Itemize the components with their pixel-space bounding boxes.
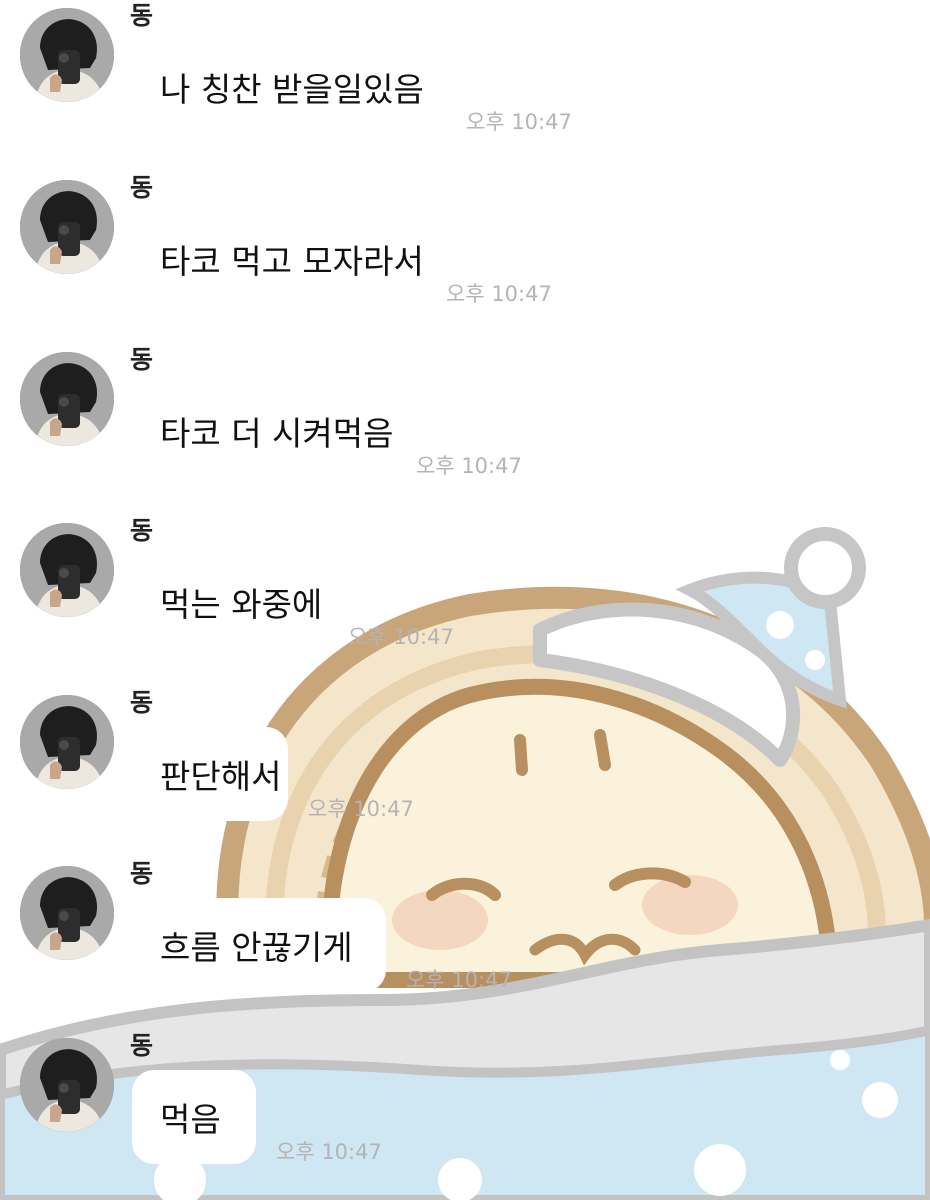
- avatar-photo-icon: [20, 8, 114, 102]
- avatar-photo-icon: [20, 523, 114, 617]
- message-timestamp: 오후 10:47: [276, 1140, 382, 1164]
- sender-avatar[interactable]: [20, 1038, 114, 1132]
- avatar-photo-icon: [20, 695, 114, 789]
- avatar-photo-icon: [20, 180, 114, 274]
- message-bubble[interactable]: 먹음: [132, 1070, 256, 1164]
- message-timestamp: 오후 10:47: [446, 282, 552, 306]
- message-timestamp: 오후 10:47: [466, 110, 572, 134]
- message-timestamp: 오후 10:47: [348, 625, 454, 649]
- chat-message: 동 먹음 오후 10:47: [0, 1030, 930, 1190]
- avatar-photo-icon: [20, 352, 114, 446]
- sender-avatar[interactable]: [20, 8, 114, 102]
- sender-name: 동: [130, 173, 154, 202]
- message-timestamp: 오후 10:47: [406, 968, 512, 992]
- sender-name: 동: [130, 1, 154, 30]
- message-timestamp: 오후 10:47: [308, 797, 414, 821]
- message-timestamp: 오후 10:47: [416, 454, 522, 478]
- chat-message: 동 먹는 와중에 오후 10:47: [0, 515, 930, 675]
- sender-name: 동: [130, 688, 154, 717]
- sender-name: 동: [130, 859, 154, 888]
- chat-message: 동 타코 먹고 모자라서 오후 10:47: [0, 172, 930, 332]
- message-bubble[interactable]: 타코 더 시켜먹음: [132, 384, 396, 478]
- chat-message: 동 타코 더 시켜먹음 오후 10:47: [0, 344, 930, 504]
- chat-message: 동 나 칭찬 받을일있음 오후 10:47: [0, 0, 930, 160]
- sender-avatar[interactable]: [20, 352, 114, 446]
- avatar-photo-icon: [20, 1038, 114, 1132]
- message-bubble[interactable]: 흐름 안끊기게: [132, 898, 386, 992]
- sender-avatar[interactable]: [20, 523, 114, 617]
- sender-avatar[interactable]: [20, 866, 114, 960]
- avatar-photo-icon: [20, 866, 114, 960]
- message-bubble[interactable]: 먹는 와중에: [132, 555, 328, 649]
- message-bubble[interactable]: 판단해서: [132, 727, 288, 821]
- message-bubble[interactable]: 타코 먹고 모자라서: [132, 212, 426, 306]
- sender-name: 동: [130, 516, 154, 545]
- sender-name: 동: [130, 1031, 154, 1060]
- chat-message: 동 흐름 안끊기게 오후 10:47: [0, 858, 930, 1018]
- message-bubble[interactable]: 나 칭찬 받을일있음: [132, 40, 446, 134]
- sender-name: 동: [130, 345, 154, 374]
- sender-avatar[interactable]: [20, 180, 114, 274]
- sender-avatar[interactable]: [20, 695, 114, 789]
- chat-message: 동 판단해서 오후 10:47: [0, 687, 930, 847]
